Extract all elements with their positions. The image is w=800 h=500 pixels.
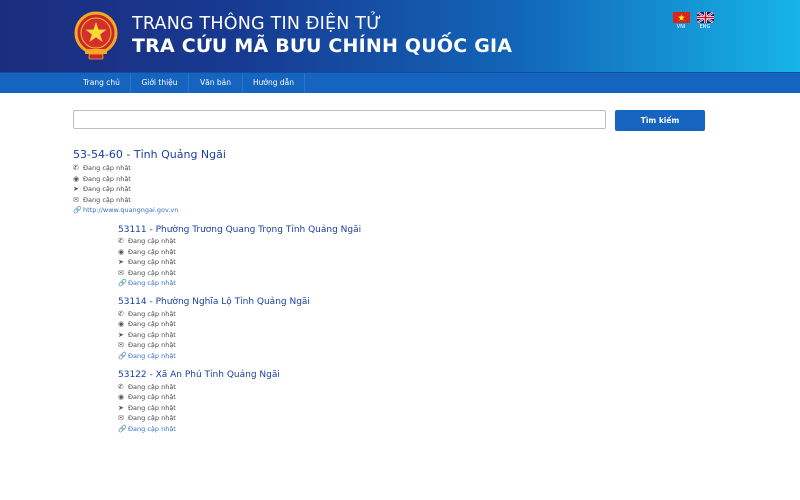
result-direction: ➤ Đang cập nhật [118, 258, 176, 266]
site-header: TRANG THÔNG TIN ĐIỆN TỬ TRA CỨU MÃ BƯU C… [0, 0, 800, 72]
result-website: 🔗Đang cập nhật [118, 424, 176, 434]
result-address: ◉ Đang cập nhật [118, 393, 176, 401]
result-title-ward[interactable]: 53114 - Phường Nghĩa Lộ Tỉnh Quảng Ngãi [118, 297, 310, 307]
envelope-icon: ✉ [118, 341, 124, 349]
result-address: ◉ Đang cập nhật [73, 174, 131, 183]
phone-icon: ✆ [118, 309, 124, 318]
result-title-commune[interactable]: 53122 - Xã An Phú Tỉnh Quảng Ngãi [118, 370, 280, 380]
result-direction: ➤ Đang cập nhật [118, 403, 176, 412]
website-link[interactable]: Đang cập nhật [128, 279, 176, 287]
website-link[interactable]: Đang cập nhật [128, 425, 176, 433]
nav-item-documents[interactable]: Văn bản [189, 73, 243, 93]
result-phone: ✆ Đang cập nhật [73, 164, 131, 172]
envelope-icon: ✉ [118, 414, 124, 422]
phone-icon: ✆ [118, 237, 124, 245]
map-marker-icon: ◉ [118, 320, 125, 328]
site-title-line1: TRANG THÔNG TIN ĐIỆN TỬ [132, 14, 382, 34]
result-website: 🔗Đang cập nhật [118, 351, 176, 361]
result-email: ✉ Đang cập nhật [118, 341, 176, 349]
vietnam-flag-icon[interactable] [672, 12, 690, 23]
result-phone: ✆ Đang cập nhật [118, 237, 176, 245]
map-marker-icon: ◉ [118, 247, 125, 256]
location-arrow-icon: ➤ [118, 258, 124, 266]
map-marker-icon: ◉ [118, 393, 125, 401]
result-website: 🔗http://www.quangngai.gov.vn [73, 205, 178, 215]
result-title-province[interactable]: 53-54-60 - Tỉnh Quảng Ngãi [73, 148, 226, 161]
uk-flag-icon[interactable] [696, 12, 714, 23]
result-direction: ➤ Đang cập nhật [118, 330, 176, 339]
phone-icon: ✆ [118, 382, 124, 391]
result-email: ✉ Đang cập nhật [118, 414, 176, 422]
result-website: 🔗Đang cập nhật [118, 278, 176, 288]
result-phone: ✆ Đang cập nhật [118, 309, 176, 318]
map-marker-icon: ◉ [73, 174, 80, 183]
location-arrow-icon: ➤ [118, 403, 124, 412]
link-icon: 🔗 [118, 351, 127, 360]
link-icon: 🔗 [118, 424, 127, 433]
main-nav: Trang chủ Giới thiệu Văn bản Hướng dẫn [0, 72, 800, 93]
search-input[interactable] [73, 110, 606, 129]
result-title-ward[interactable]: 53111 - Phường Trương Quang Trọng Tỉnh Q… [118, 225, 361, 235]
website-link[interactable]: Đang cập nhật [128, 352, 176, 360]
result-address: ◉ Đang cập nhật [118, 247, 176, 256]
result-address: ◉ Đang cập nhật [118, 320, 176, 328]
language-code: VNI [676, 24, 686, 30]
location-arrow-icon: ➤ [118, 330, 124, 339]
language-vni[interactable]: VNI [672, 12, 690, 30]
nav-item-home[interactable]: Trang chủ [73, 73, 131, 93]
result-email: ✉ Đang cập nhật [73, 195, 131, 204]
nav-item-guide[interactable]: Hướng dẫn [243, 73, 305, 93]
site-title-line2: TRA CỨU MÃ BƯU CHÍNH QUỐC GIA [132, 35, 513, 57]
website-link[interactable]: http://www.quangngai.gov.vn [83, 206, 178, 214]
search-button[interactable]: Tìm kiếm [615, 110, 705, 131]
language-code: ENG [699, 24, 711, 30]
link-icon: 🔗 [118, 279, 127, 287]
link-icon: 🔗 [73, 206, 82, 214]
phone-icon: ✆ [73, 164, 79, 172]
result-phone: ✆ Đang cập nhật [118, 382, 176, 391]
envelope-icon: ✉ [118, 268, 124, 277]
envelope-icon: ✉ [73, 195, 79, 204]
result-email: ✉ Đang cập nhật [118, 268, 176, 277]
national-emblem-icon[interactable] [72, 11, 120, 61]
nav-item-about[interactable]: Giới thiệu [131, 73, 189, 93]
language-eng[interactable]: ENG [696, 12, 714, 30]
result-direction: ➤ Đang cập nhật [73, 185, 131, 193]
location-arrow-icon: ➤ [73, 185, 79, 193]
